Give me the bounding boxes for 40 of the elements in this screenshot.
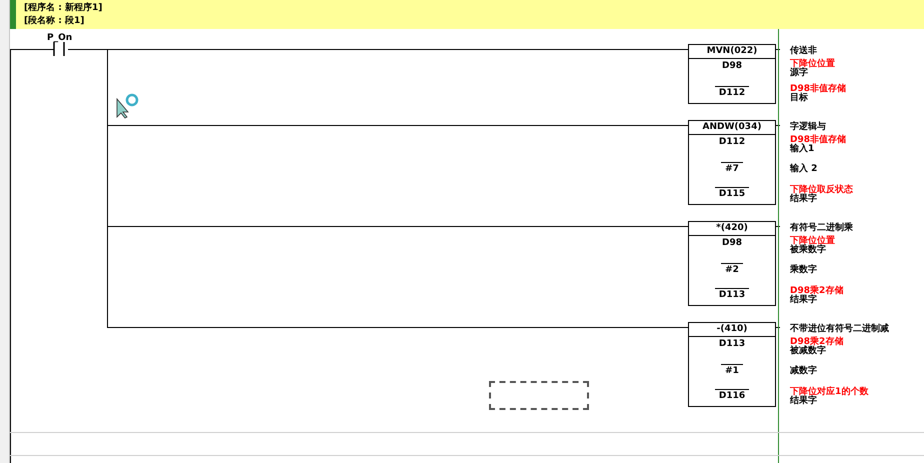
instruction-mnemonic: *(420) [689, 222, 775, 236]
operand: D115 [714, 187, 750, 199]
operand-role: 减数字 [790, 367, 817, 376]
operand: D113 [714, 288, 750, 300]
operand-role: 结果字 [790, 296, 817, 305]
contact-label: P_On [47, 33, 72, 43]
operand-role: 源字 [790, 69, 808, 78]
section-name: [段名称 : 段1] [24, 16, 86, 26]
operand: #2 [721, 263, 743, 275]
instruction-mnemonic: -(410) [689, 323, 775, 337]
instruction-description: 有符号二进制乘 [790, 223, 853, 233]
rung-line [10, 49, 54, 50]
operand: D112 [714, 86, 750, 98]
operand-comment: 下降位位置 [790, 237, 835, 246]
operand: D98 [721, 61, 743, 71]
operand-role: 结果字 [790, 397, 817, 406]
operand: D116 [714, 389, 750, 401]
operand-comment: 下降位取反状态 [790, 186, 853, 195]
instruction-mnemonic: ANDW(034) [689, 121, 775, 135]
operand-role: 目标 [790, 94, 809, 103]
operand-role: 被乘数字 [790, 246, 826, 255]
instruction-description: 不带进位有符号二进制减 [790, 324, 889, 334]
operand: #1 [721, 364, 743, 376]
busy-cursor-icon [116, 93, 140, 119]
operand-comment: D98非值存储 [790, 85, 846, 94]
instruction-description: 传送非 [790, 46, 817, 56]
operand-comment: 下降位位置 [790, 60, 835, 69]
instruction-mnemonic: MVN(022) [689, 45, 775, 59]
program-name: [程序名 : 新程序1] [24, 2, 104, 14]
operand-role: 输入 2 [790, 165, 818, 174]
operand-role: 乘数字 [790, 266, 817, 275]
operand: D112 [718, 137, 746, 147]
operand-role: 被减数字 [790, 347, 826, 356]
operand: D98 [721, 238, 743, 248]
operand-comment: 下降位对应1的个数 [790, 388, 868, 397]
operand-role: 输入1 [790, 145, 814, 154]
operand: D113 [718, 339, 746, 349]
operand-role: 结果字 [790, 195, 817, 204]
operand: #7 [721, 162, 743, 174]
instruction-description: 字逻辑与 [790, 122, 826, 132]
